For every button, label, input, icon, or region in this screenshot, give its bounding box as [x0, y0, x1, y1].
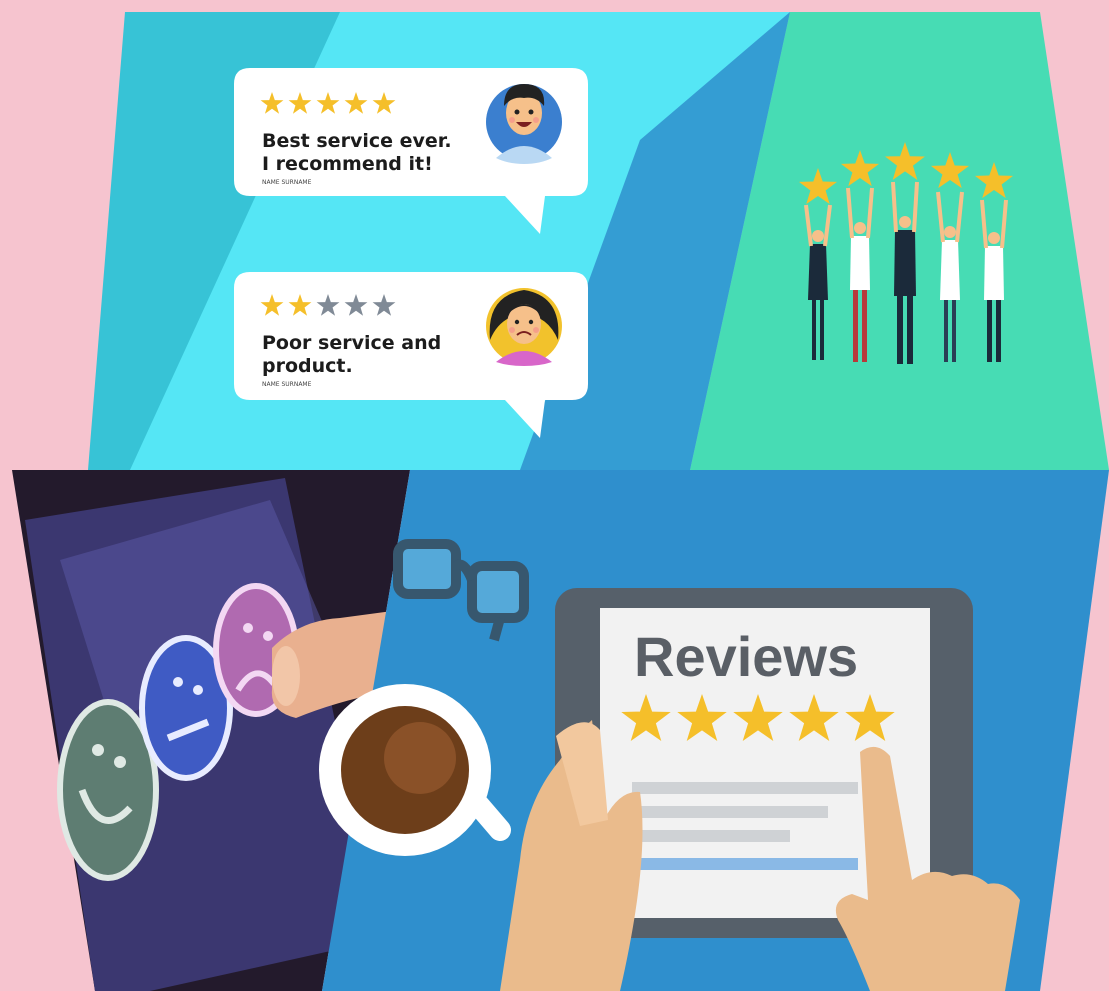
review-line-1: Best service ever.	[262, 130, 452, 152]
review-author: NAME SURNAME	[262, 381, 312, 388]
tablet-title: Reviews	[634, 625, 858, 688]
text-placeholder-line	[632, 858, 858, 870]
text-placeholder-line	[632, 782, 858, 794]
review-line-2: I recommend it!	[262, 153, 433, 175]
text-placeholder-line	[632, 806, 828, 818]
tablet-panel: Reviews	[319, 470, 1109, 991]
collage: Best service ever. I recommend it! NAME …	[12, 12, 1109, 991]
review-line-1: Poor service and	[262, 332, 441, 354]
text-placeholder-line	[632, 830, 790, 842]
top-panel: Best service ever. I recommend it! NAME …	[88, 12, 1109, 470]
review-line-2: product.	[262, 355, 353, 377]
review-author: NAME SURNAME	[262, 179, 312, 186]
